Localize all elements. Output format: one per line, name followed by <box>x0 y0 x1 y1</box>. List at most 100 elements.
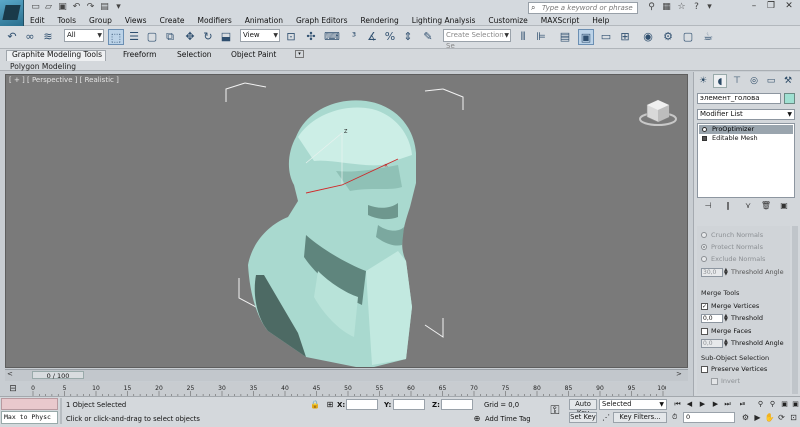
time-configuration-icon[interactable]: ⚙ <box>740 412 751 423</box>
previous-frame-icon[interactable]: ◀ <box>684 399 695 410</box>
maxscript-listener-input[interactable]: Max to Physc <box>1 411 58 424</box>
create-tab-icon[interactable]: ☀ <box>696 74 710 88</box>
field-of-view-icon[interactable]: ▶ <box>752 412 763 423</box>
angle-snap-icon[interactable]: ∡ <box>364 29 380 45</box>
set-key-button[interactable]: Set Key <box>569 412 597 423</box>
menu-modifiers[interactable]: Modifiers <box>192 15 239 26</box>
select-manipulate-icon[interactable]: ✣ <box>303 29 319 45</box>
modify-tab-icon[interactable]: ◖ <box>713 74 727 88</box>
select-object-icon[interactable]: ⬚ <box>108 29 124 45</box>
zoom-icon[interactable]: ⚲ <box>755 399 766 410</box>
render-setup-icon[interactable]: ⚙ <box>660 29 676 45</box>
lock-selection-icon[interactable]: 🔒 <box>310 400 320 410</box>
percent-snap-icon[interactable]: % <box>382 29 398 45</box>
curve-editor-icon[interactable]: ▭ <box>598 29 614 45</box>
modifier-list-dropdown[interactable]: Modifier List ▼ <box>697 109 795 120</box>
rendered-frame-icon[interactable]: ▢ <box>680 29 696 45</box>
select-by-name-icon[interactable]: ☰ <box>126 29 142 45</box>
close-icon[interactable]: ✕ <box>781 0 797 13</box>
minimize-icon[interactable]: – <box>746 0 762 13</box>
search-input[interactable]: Type a keyword or phrase <box>528 2 638 14</box>
object-name-field[interactable]: элемент_голова <box>697 93 781 104</box>
add-time-tag-button[interactable]: Add Time Tag <box>485 414 531 424</box>
absolute-mode-icon[interactable]: ⊞ <box>325 400 335 410</box>
layer-manager-icon[interactable]: ▤ <box>557 29 573 45</box>
graphite-toggle-icon[interactable]: ▣ <box>578 29 594 45</box>
spinner-arrows-icon[interactable]: ▲ ▼ <box>724 314 728 323</box>
menu-help[interactable]: Help <box>586 15 616 26</box>
tab-selection[interactable]: Selection <box>177 50 212 60</box>
open-file-icon[interactable]: ▱ <box>42 2 55 13</box>
time-tag-icon[interactable]: ⊕ <box>472 414 482 424</box>
zoom-extents-icon[interactable]: ▣ <box>779 399 790 410</box>
render-icon[interactable]: ☕ <box>700 29 716 45</box>
menu-lighting-analysis[interactable]: Lighting Analysis <box>406 15 483 26</box>
favorites-icon[interactable]: ☆ <box>675 2 688 13</box>
merge-vertices-checkbox[interactable]: ✓ Merge Vertices <box>701 302 759 311</box>
y-coordinate-field[interactable] <box>393 399 425 410</box>
restore-icon[interactable]: ❐ <box>763 0 779 13</box>
time-config-icon[interactable]: ⏱ <box>672 412 680 423</box>
stack-item-prooptimizer[interactable]: ProOptimizer <box>699 125 793 134</box>
show-end-result-icon[interactable]: ∥ <box>721 200 735 212</box>
invert-checkbox[interactable]: Invert <box>711 377 740 386</box>
modifier-stack[interactable]: ProOptimizer Editable Mesh <box>697 123 795 198</box>
time-slider-thumb[interactable]: 0 / 100 <box>32 371 84 380</box>
new-file-icon[interactable]: ▭ <box>29 2 42 13</box>
preserve-vertices-checkbox[interactable]: Preserve Vertices <box>701 365 767 374</box>
time-slider[interactable] <box>5 369 688 381</box>
make-unique-icon[interactable]: ⋎ <box>741 200 755 212</box>
crunch-normals-radio[interactable]: Crunch Normals <box>701 231 763 240</box>
orbit-icon[interactable]: ⟳ <box>776 412 787 423</box>
menu-rendering[interactable]: Rendering <box>354 15 405 26</box>
align-icon[interactable]: ⊫ <box>533 29 549 45</box>
menu-create[interactable]: Create <box>154 15 192 26</box>
modifier-on-icon[interactable] <box>702 127 707 132</box>
maximize-viewport-icon[interactable]: ⊡ <box>788 412 799 423</box>
bind-spacewarp-icon[interactable]: ≋ <box>40 29 56 45</box>
help-icon[interactable]: ? <box>690 2 703 13</box>
reference-coordinate-dropdown[interactable]: View ▼ <box>240 29 280 42</box>
binoculars-icon[interactable]: ⚲ <box>645 2 658 13</box>
quick-access-dropdown-icon[interactable]: ▾ <box>112 2 125 13</box>
material-editor-icon[interactable]: ◉ <box>640 29 656 45</box>
menu-maxscript[interactable]: MAXScript <box>535 15 587 26</box>
menu-tools[interactable]: Tools <box>52 15 83 26</box>
command-panel-scrollbar[interactable] <box>792 226 798 394</box>
menu-customize[interactable]: Customize <box>482 15 534 26</box>
undo-icon[interactable]: ↶ <box>70 2 83 13</box>
key-mode-dropdown[interactable]: Selected ▼ <box>599 399 667 410</box>
trackbar-toggle-icon[interactable]: ⊟ <box>4 383 22 395</box>
go-to-end-icon[interactable]: ⏭ <box>722 399 733 410</box>
menu-graph-editors[interactable]: Graph Editors <box>290 15 355 26</box>
display-tab-icon[interactable]: ▭ <box>764 74 778 88</box>
snaps-toggle-icon[interactable]: ³ <box>346 29 362 45</box>
redo-icon[interactable]: ↷ <box>84 2 97 13</box>
viewcube[interactable] <box>638 97 678 127</box>
mirror-icon[interactable]: ⫴ <box>515 29 531 45</box>
subscription-icon[interactable]: ▦ <box>660 2 673 13</box>
time-slider-left-icon[interactable]: < <box>7 370 17 379</box>
select-rotate-icon[interactable]: ↻ <box>200 29 216 45</box>
exclude-normals-radio[interactable]: Exclude Normals <box>701 255 765 264</box>
utilities-tab-icon[interactable]: ⚒ <box>781 74 795 88</box>
remove-modifier-icon[interactable]: 🗑 <box>759 200 773 212</box>
selection-filter-dropdown[interactable]: All ▼ <box>64 29 104 42</box>
spinner-snap-icon[interactable]: ⇕ <box>400 29 416 45</box>
tab-freeform[interactable]: Freeform <box>123 50 156 60</box>
select-scale-icon[interactable]: ⬓ <box>218 29 234 45</box>
key-filters-button[interactable]: Key Filters... <box>613 412 667 423</box>
link-icon[interactable]: ∞ <box>22 29 38 45</box>
time-slider-right-icon[interactable]: > <box>676 370 686 379</box>
spinner-arrows-icon[interactable]: ▲ ▼ <box>724 268 728 277</box>
merge-threshold-spinner[interactable]: 0,0 <box>701 314 723 323</box>
undo-toolbar-icon[interactable]: ↶ <box>4 29 20 45</box>
window-crossing-icon[interactable]: ⧉ <box>162 29 178 45</box>
menu-group[interactable]: Group <box>83 15 119 26</box>
play-icon[interactable]: ▶ <box>697 399 708 410</box>
hierarchy-tab-icon[interactable]: ⊤ <box>730 74 744 88</box>
z-coordinate-field[interactable] <box>441 399 473 410</box>
edit-named-selection-icon[interactable]: ✎ <box>420 29 436 45</box>
named-selection-set-dropdown[interactable]: Create Selection Se ▼ <box>443 29 511 50</box>
tab-graphite-modeling-tools[interactable]: Graphite Modeling Tools <box>12 50 102 60</box>
